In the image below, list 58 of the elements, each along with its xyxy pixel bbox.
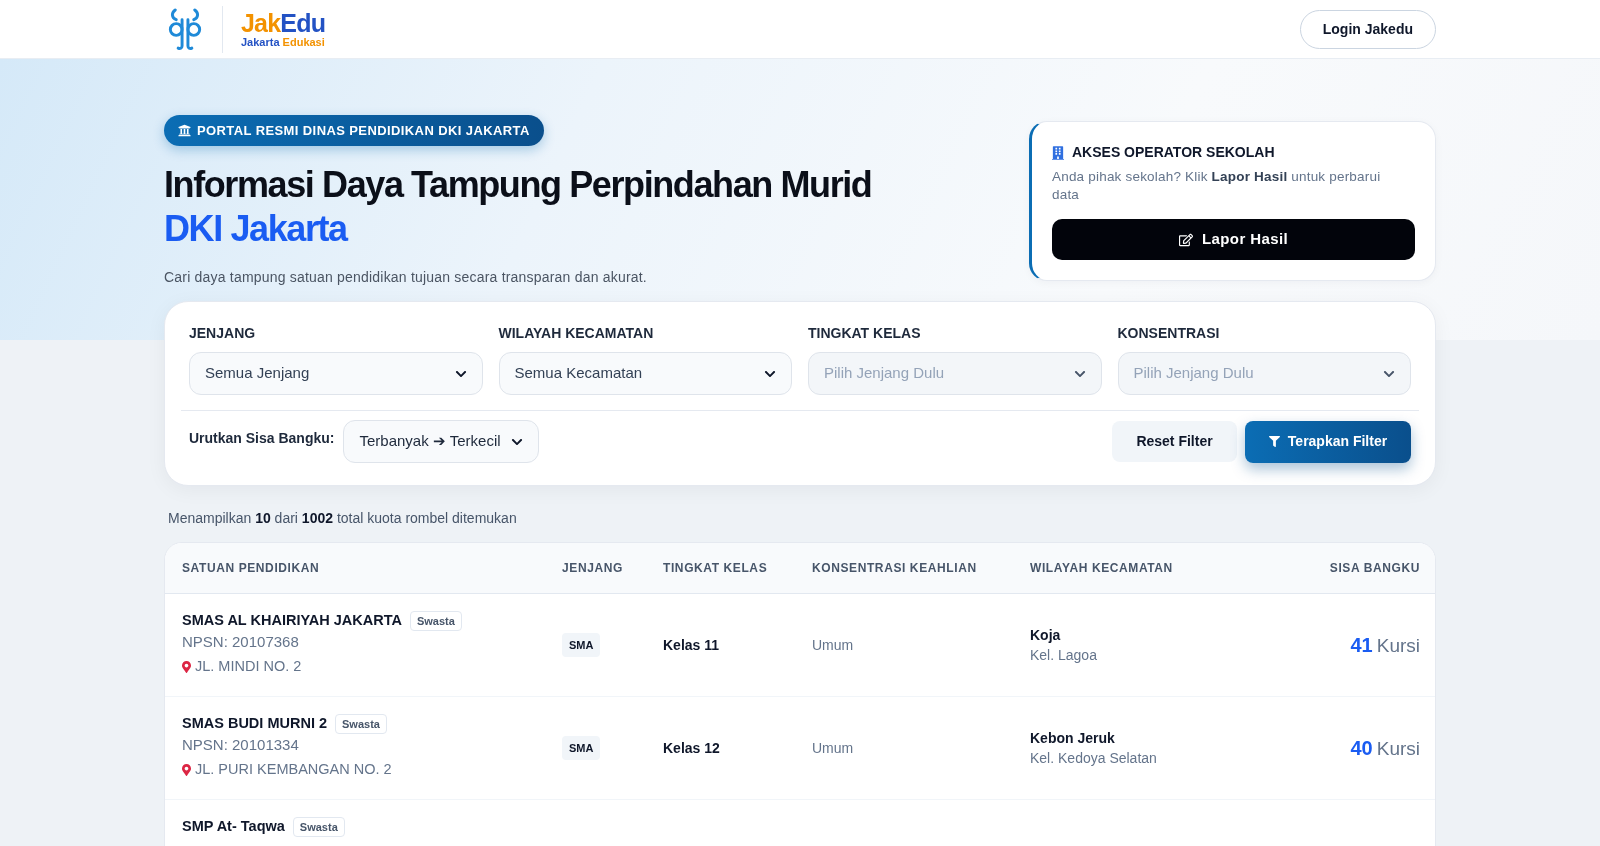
seat-unit: Kursi	[1376, 736, 1420, 761]
filter-icon	[1268, 436, 1280, 447]
sort-label: Urutkan Sisa Bangku:	[189, 429, 335, 448]
grade-text: Kelas 11	[663, 635, 720, 655]
seat-count: 41	[1350, 632, 1373, 658]
card-title: AKSES OPERATOR SEKOLAH	[1072, 143, 1275, 162]
school-name: SMAS AL KHAIRIYAH JAKARTA	[182, 611, 402, 631]
column-header: SATUAN PENDIDIKAN	[182, 560, 320, 577]
school-name: SMAS BUDI MURNI 2	[182, 714, 327, 734]
concentration-text: Umum	[812, 635, 854, 655]
village-text: Kel. Lagoa	[1030, 645, 1097, 665]
column-header: KONSENTRASI KEAHLIAN	[812, 560, 977, 577]
column-header: WILAYAH KECAMATAN	[1030, 560, 1173, 577]
filter-label: JENJANG	[189, 324, 257, 343]
filter-label: TINGKAT KELAS	[808, 324, 922, 343]
title-highlight: DKI Jakarta	[164, 207, 347, 251]
address-text: JL. PURI KEMBANGAN NO. 2	[195, 760, 392, 780]
logo-wordmark: JakEdu	[241, 10, 326, 36]
apply-filter-button[interactable]: Terapkan Filter	[1245, 420, 1411, 463]
status-badge: Swasta	[292, 816, 345, 838]
edit-icon	[1178, 232, 1193, 247]
page-subtitle: Cari daya tampung satuan pendidikan tujuan secara transparan dan akurat.	[164, 268, 647, 287]
npsn-text: NPSN: 20101334	[182, 735, 300, 755]
district-text: Kebon Jeruk	[1030, 728, 1115, 748]
login-button[interactable]: Login Jakedu	[1299, 9, 1436, 49]
dropdown[interactable]: Semua Kecamatan	[498, 352, 792, 395]
seat-unit: Kursi	[1376, 633, 1420, 658]
npsn-text: NPSN: 20107368	[182, 632, 300, 652]
level-badge: SMA	[562, 632, 601, 658]
level-badge: SMA	[562, 735, 601, 761]
seat-count: 40	[1350, 735, 1373, 761]
landmark-icon	[178, 124, 191, 137]
page-title: Informasi Daya Tampung Perpindahan Murid	[164, 163, 872, 207]
school-name: SMP At- Taqwa	[182, 817, 285, 837]
report-button[interactable]: Lapor Hasil	[1052, 219, 1415, 260]
sort-dropdown[interactable]: Terbanyak ➔ Terkecil	[343, 420, 539, 463]
column-header: TINGKAT KELAS	[663, 560, 768, 577]
grade-text: Kelas 12	[663, 738, 720, 758]
map-pin-icon	[182, 764, 191, 776]
results-summary: Menampilkan 10 dari 1002 total kuota rombel ditemukan	[167, 509, 518, 528]
badge-label: PORTAL RESMI DINAS PENDIDIKAN DKI JAKARTA	[197, 121, 530, 140]
dropdown[interactable]: Semua Jenjang	[189, 352, 483, 395]
reset-filter-button[interactable]: Reset Filter	[1112, 421, 1237, 462]
address-text: JL. MINDI NO. 2	[195, 657, 302, 677]
logo-tagline: Jakarta Edukasi	[241, 35, 325, 48]
card-description: Anda pihak sekolah? Klik Lapor Hasil untuk perbarui data	[1052, 168, 1382, 204]
status-badge: Swasta	[409, 610, 462, 632]
district-text: Koja	[1030, 625, 1061, 645]
emblem-logo	[166, 7, 204, 51]
concentration-text: Umum	[812, 738, 854, 758]
map-pin-icon	[182, 661, 191, 673]
status-badge: Swasta	[335, 713, 387, 735]
column-header: SISA BANGKU	[1329, 560, 1420, 577]
village-text: Kel. Kedoya Selatan	[1030, 748, 1157, 768]
filter-label: KONSENTRASI	[1117, 324, 1221, 343]
column-header: JENJANG	[562, 560, 623, 577]
filter-label: WILAYAH KECAMATAN	[498, 324, 655, 343]
building-icon	[1052, 145, 1064, 160]
